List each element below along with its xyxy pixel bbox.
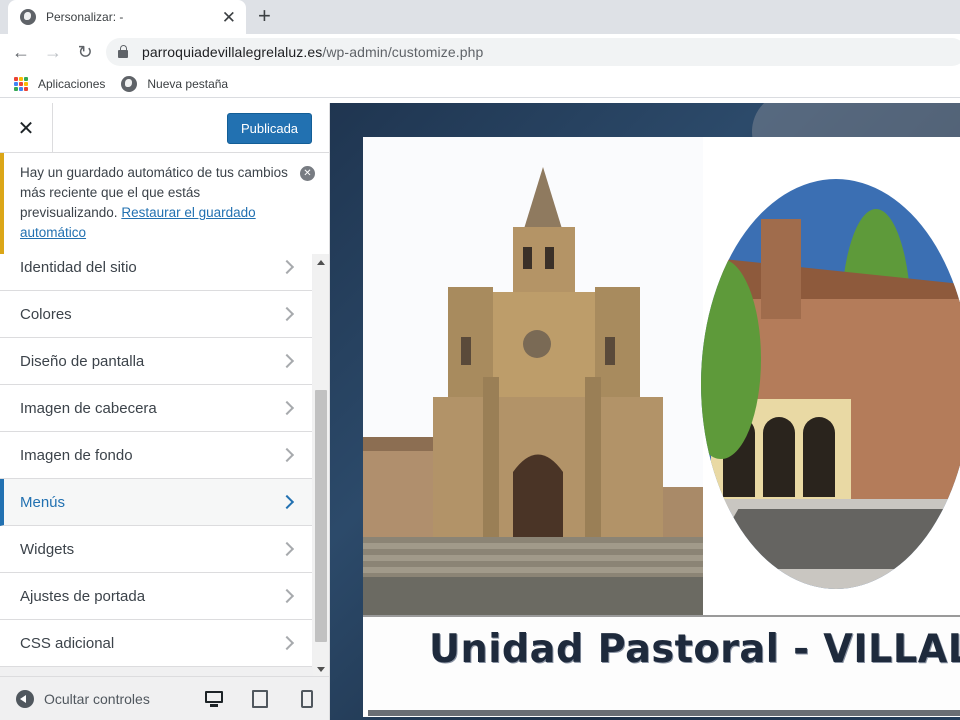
church-ground	[363, 577, 703, 615]
back-arrow-icon[interactable]: ←	[10, 41, 32, 63]
dismiss-notice-icon[interactable]: ✕	[300, 166, 315, 181]
section-item[interactable]: CSS adicional	[0, 620, 312, 667]
section-label: Imagen de fondo	[20, 446, 133, 464]
apps-grid-dot	[19, 86, 23, 91]
chevron-right-icon	[279, 541, 295, 557]
apps-grid-dot	[14, 76, 18, 81]
publish-button[interactable]: Publicada	[227, 113, 312, 144]
chevron-right-icon	[279, 259, 295, 275]
section-label: Imagen de cabecera	[20, 399, 157, 417]
site-preview[interactable]: Unidad Pastoral - VILLALEGRE	[330, 103, 960, 720]
chevron-right-icon	[279, 353, 295, 369]
apps-grid-dot	[14, 86, 18, 91]
section-list: Identidad del sitio Colores Diseño de pant…	[0, 254, 312, 667]
customizer-header: ✕ Publicada	[0, 103, 329, 153]
lock-icon[interactable]	[118, 45, 128, 58]
browser-tab[interactable]: Personalizar: - ✕	[8, 0, 246, 34]
bookmark-aplicaciones[interactable]: Aplicaciones	[38, 77, 105, 91]
scroll-up-icon[interactable]	[317, 260, 325, 265]
section-item[interactable]: Widgets	[0, 526, 312, 573]
customizer-sections: Identidad del sitio Colores Diseño de pant…	[0, 254, 312, 676]
chevron-right-icon	[279, 447, 295, 463]
bookmarks-bar: Aplicaciones Nueva pestaña	[0, 70, 960, 98]
tab-close-icon[interactable]: ✕	[222, 9, 236, 26]
chevron-right-icon	[279, 588, 295, 604]
globe-icon	[20, 9, 36, 25]
section-item[interactable]: Imagen de fondo	[0, 432, 312, 479]
globe-icon	[121, 75, 138, 92]
close-customizer-button[interactable]: ✕	[0, 103, 53, 153]
apps-grid-icon[interactable]	[14, 76, 28, 91]
chevron-right-icon	[279, 494, 295, 510]
section-item[interactable]: Identidad del sitio	[0, 254, 312, 291]
tab-title: Personalizar: -	[46, 10, 124, 24]
section-label: Colores	[20, 305, 72, 323]
autosave-notice: Hay un guardado automático de tus cambio…	[0, 153, 329, 254]
apps-grid-dot	[24, 86, 28, 91]
desktop-preview-icon[interactable]	[205, 690, 223, 708]
customizer-sidebar: ✕ Publicada Hay un guardado automático d…	[0, 103, 330, 720]
browser-tab-strip: Personalizar: - ✕ +	[0, 0, 960, 34]
mobile-preview-icon[interactable]	[298, 690, 316, 708]
section-label: Identidad del sitio	[20, 258, 137, 276]
apps-grid-dot	[24, 81, 28, 86]
site-header: Unidad Pastoral - VILLALEGRE	[363, 137, 960, 717]
section-label: Ajustes de portada	[20, 587, 146, 605]
apps-grid-dot	[19, 81, 23, 86]
url-path: /wp-admin/customize.php	[322, 44, 484, 60]
forward-arrow-icon[interactable]: →	[42, 41, 64, 63]
section-item[interactable]: Menús	[0, 479, 312, 526]
url-host: parroquiadevillalegrelaluz.es	[142, 44, 323, 60]
chevron-right-icon	[279, 306, 295, 322]
apps-grid-dot	[19, 76, 23, 81]
collapse-controls-button[interactable]: Ocultar controles	[44, 691, 150, 707]
customizer-footer: Ocultar controles	[0, 676, 329, 720]
section-label: Widgets	[20, 540, 75, 558]
collapse-arrow-icon[interactable]	[16, 689, 34, 708]
sidebar-scrollbar[interactable]	[313, 254, 329, 676]
bookmark-nueva-pestana[interactable]: Nueva pestaña	[147, 77, 228, 91]
section-item[interactable]: Imagen de cabecera	[0, 385, 312, 432]
address-bar[interactable]: parroquiadevillalegrelaluz.es/wp-admin/c…	[106, 38, 960, 66]
scroll-down-icon[interactable]	[317, 667, 325, 672]
parish-hall-photo	[701, 179, 960, 589]
apps-grid-dot	[14, 81, 18, 86]
browser-toolbar: ← → ↻ parroquiadevillalegrelaluz.es/wp-a…	[0, 34, 960, 70]
section-item[interactable]: Ajustes de portada	[0, 573, 312, 620]
url-text[interactable]: parroquiadevillalegrelaluz.es/wp-admin/c…	[142, 44, 483, 60]
scroll-thumb[interactable]	[315, 390, 327, 642]
reload-icon[interactable]: ↻	[74, 41, 96, 63]
apps-grid-dot	[24, 76, 28, 81]
section-item[interactable]: Colores	[0, 291, 312, 338]
section-label: Menús	[20, 493, 66, 511]
chevron-right-icon	[279, 400, 295, 416]
section-item[interactable]: Diseño de pantalla	[0, 338, 312, 385]
new-tab-button[interactable]: +	[258, 4, 271, 28]
section-label: Diseño de pantalla	[20, 352, 145, 370]
header-bottom-rule	[368, 710, 960, 716]
header-image	[363, 137, 960, 615]
site-title[interactable]: Unidad Pastoral - VILLALEGRE	[429, 627, 960, 672]
chevron-right-icon	[279, 635, 295, 651]
section-label: CSS adicional	[20, 634, 115, 652]
tablet-preview-icon[interactable]	[251, 690, 269, 708]
